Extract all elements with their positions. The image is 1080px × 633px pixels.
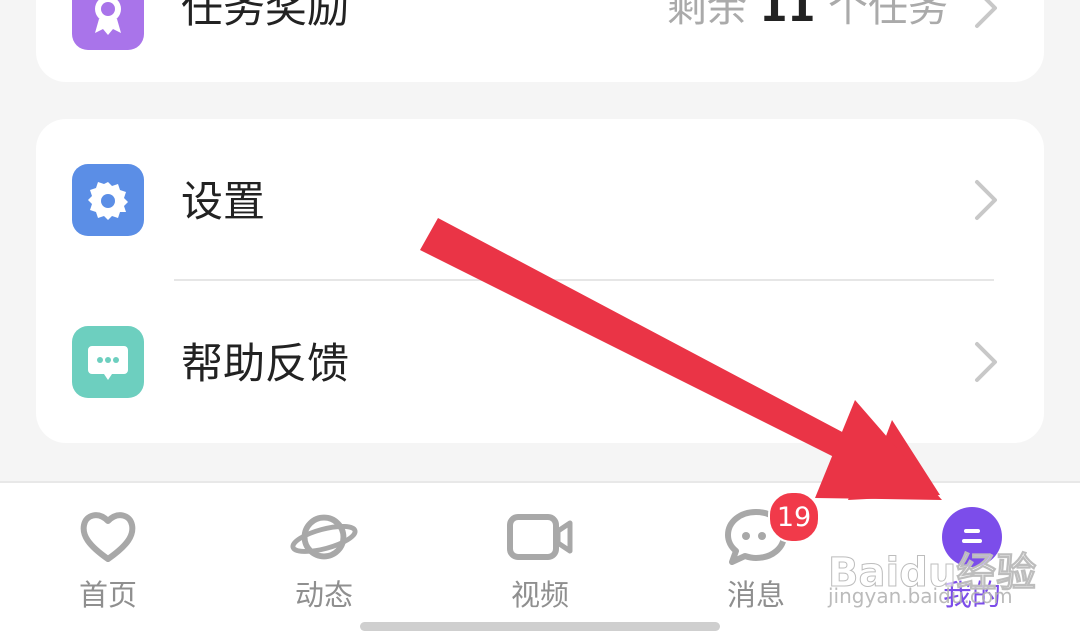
task-reward-label: 任务奖励 bbox=[181, 0, 350, 32]
tab-dynamic-label: 动态 bbox=[294, 578, 353, 612]
tab-dynamic[interactable]: 动态 bbox=[216, 483, 432, 633]
heart-icon bbox=[73, 505, 143, 569]
tab-video-label: 视频 bbox=[510, 578, 569, 612]
menu-item-settings[interactable]: 设置 bbox=[36, 119, 1044, 281]
remaining-tasks-text: 剩余 11 个任务 bbox=[666, 0, 948, 31]
tab-video[interactable]: 视频 bbox=[432, 483, 648, 633]
tab-home-label: 首页 bbox=[78, 578, 137, 612]
settings-card: 设置 帮助反馈 bbox=[36, 119, 1044, 443]
help-feedback-label: 帮助反馈 bbox=[181, 339, 350, 388]
settings-label: 设置 bbox=[181, 177, 266, 226]
menu-item-help-feedback[interactable]: 帮助反馈 bbox=[36, 281, 1044, 441]
home-indicator[interactable] bbox=[360, 622, 720, 631]
chevron-right-icon bbox=[968, 170, 1004, 230]
chevron-right-icon bbox=[968, 332, 1004, 392]
tab-home[interactable]: 首页 bbox=[0, 483, 216, 633]
video-camera-icon bbox=[505, 505, 575, 569]
chat-bubble-icon bbox=[72, 326, 144, 398]
task-reward-card[interactable]: 任务奖励 剩余 11 个任务 bbox=[36, 0, 1044, 82]
gear-icon bbox=[72, 164, 144, 236]
award-ribbon-icon bbox=[72, 0, 144, 50]
message-count-badge: 19 bbox=[768, 491, 820, 543]
planet-icon bbox=[289, 505, 359, 569]
chevron-right-icon bbox=[968, 0, 1004, 38]
baidu-watermark-url: jingyan.baidu.com bbox=[828, 584, 1013, 608]
